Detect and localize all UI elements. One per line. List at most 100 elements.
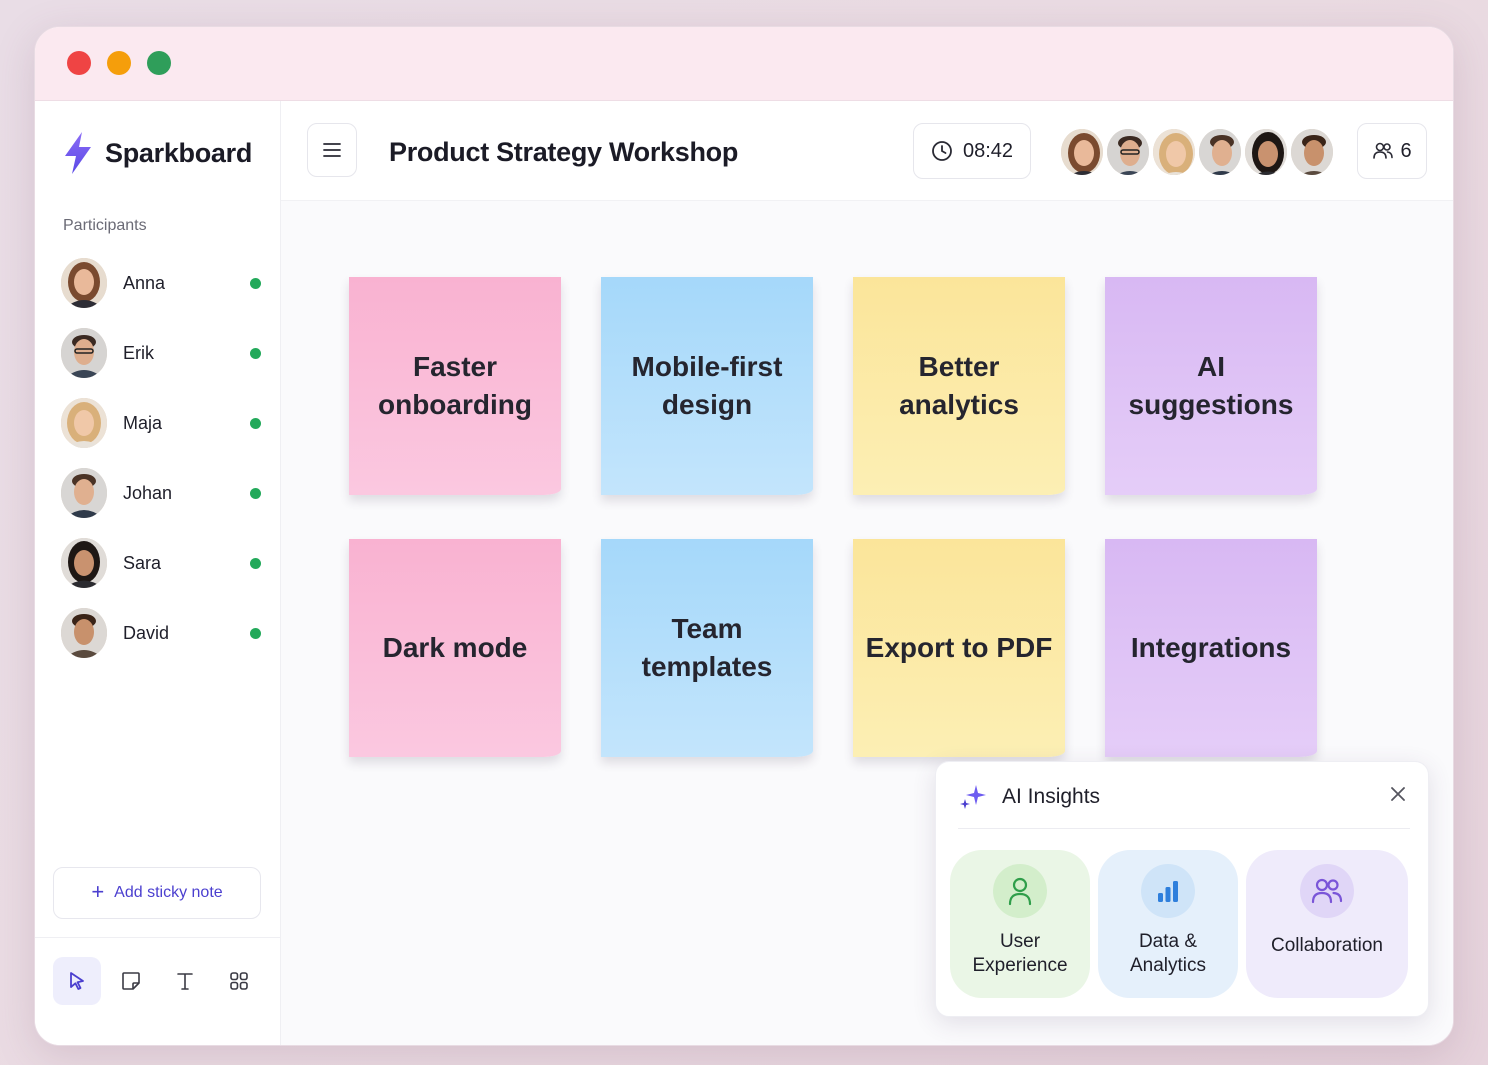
add-sticky-note-button[interactable]: + Add sticky note (53, 867, 261, 919)
sticky-note-text: Better analytics (899, 351, 1019, 420)
app-window: Sparkboard Participants Anna Erik Maja J… (34, 26, 1454, 1046)
participant-erik[interactable]: Erik (61, 327, 261, 379)
participant-name: Johan (123, 482, 173, 503)
sticky-note-icon (122, 972, 140, 990)
sticky-note[interactable]: Dark mode (349, 539, 561, 757)
online-status-indicator (250, 627, 261, 639)
sticky-note-text: Export to PDF (865, 632, 1053, 663)
participant-david[interactable]: David (61, 607, 261, 659)
avatar (1289, 127, 1335, 177)
session-timer[interactable]: 08:42 (913, 123, 1031, 179)
sticky-note[interactable]: Mobile-first design (601, 277, 813, 495)
clock-icon (932, 141, 952, 161)
online-status-indicator (250, 557, 261, 569)
title-bar (35, 27, 1453, 101)
divider (958, 828, 1410, 829)
avatar (61, 258, 107, 308)
sticky-note[interactable]: Faster onboarding (349, 277, 561, 495)
plus-icon: + (91, 879, 105, 904)
online-status-indicator (250, 417, 261, 429)
sticky-note-text: Mobile-first design (631, 351, 783, 420)
participant-count: 6 (1400, 139, 1412, 162)
menu-button[interactable] (307, 123, 357, 177)
icon-badge (1300, 864, 1354, 918)
participant-anna[interactable]: Anna (61, 257, 261, 309)
divider (35, 937, 281, 938)
sticky-note[interactable]: Export to PDF (853, 539, 1065, 757)
insight-card-label: Analytics (1129, 955, 1207, 976)
users-icon (1311, 878, 1343, 904)
toolbar (53, 957, 263, 1005)
text-icon (177, 973, 193, 990)
sticky-note-text: AI suggestions (1128, 351, 1294, 420)
avatar (1197, 127, 1243, 177)
participant-name: David (123, 622, 170, 643)
maximize-window-button[interactable] (147, 51, 171, 75)
add-sticky-note-label: Add sticky note (114, 884, 223, 901)
avatar (1105, 127, 1151, 177)
sticky-note-tool-button[interactable] (107, 957, 155, 1005)
insight-card-label: Experience (972, 955, 1068, 976)
online-status-indicator (250, 347, 261, 359)
minimize-window-button[interactable] (107, 51, 131, 75)
insight-card-collaboration[interactable]: Collaboration (1246, 850, 1408, 998)
sparkle-icon (960, 785, 986, 809)
close-window-button[interactable] (67, 51, 91, 75)
avatar (1151, 127, 1197, 177)
participant-name: Anna (123, 272, 166, 293)
participant-sara[interactable]: Sara (61, 537, 261, 589)
online-status-indicator (250, 277, 261, 289)
sticky-note[interactable]: Better analytics (853, 277, 1065, 495)
lightning-bolt-icon (65, 132, 91, 174)
sticky-note-text: Dark mode (382, 632, 528, 663)
sticky-note-text: Faster onboarding (378, 351, 532, 420)
sidebar: Sparkboard Participants Anna Erik Maja J… (35, 101, 281, 1045)
participant-name: Erik (123, 342, 154, 363)
insight-card-label: User (999, 931, 1041, 952)
grid-tool-button[interactable] (215, 957, 263, 1005)
sticky-note-text: Team templates (641, 613, 773, 682)
avatar (61, 538, 107, 588)
avatar (61, 398, 107, 448)
user-icon (1008, 877, 1032, 906)
icon-badge (1141, 864, 1195, 918)
avatar (1243, 127, 1289, 177)
participant-count-button[interactable]: 6 (1357, 123, 1427, 179)
avatar (61, 468, 107, 518)
participant-avatar-stack[interactable] (1059, 127, 1335, 177)
avatar (1059, 127, 1105, 177)
text-tool-button[interactable] (161, 957, 209, 1005)
grid-icon (230, 972, 248, 990)
insight-card-label: Collaboration (1271, 935, 1383, 956)
users-icon (1373, 142, 1394, 159)
online-status-indicator (250, 487, 261, 499)
sticky-note[interactable]: Team templates (601, 539, 813, 757)
insight-card-data-analytics[interactable]: Data & Analytics (1098, 850, 1238, 998)
close-icon[interactable] (1388, 784, 1408, 804)
header: Product Strategy Workshop 08:42 6 (281, 101, 1453, 201)
sticky-note-text: Integrations (1130, 632, 1292, 663)
avatar (61, 328, 107, 378)
ai-insights-header: AI Insights (958, 782, 1100, 812)
select-tool-button[interactable] (53, 957, 101, 1005)
page-title: Product Strategy Workshop (389, 137, 739, 167)
brand[interactable]: Sparkboard (61, 131, 252, 175)
participant-name: Maja (123, 412, 163, 433)
sticky-note[interactable]: AI suggestions (1105, 277, 1317, 495)
insight-card-user-experience[interactable]: User Experience (950, 850, 1090, 998)
timer-value: 08:42 (962, 139, 1014, 162)
ai-insights-panel: AI Insights User Experience Data & Analy… (935, 761, 1429, 1017)
participant-maja[interactable]: Maja (61, 397, 261, 449)
sticky-note[interactable]: Integrations (1105, 539, 1317, 757)
participant-johan[interactable]: Johan (61, 467, 261, 519)
hamburger-menu-icon (323, 143, 341, 157)
icon-badge (993, 864, 1047, 918)
brand-name: Sparkboard (105, 137, 253, 168)
cursor-icon (70, 972, 84, 990)
participants-label: Participants (63, 217, 147, 234)
ai-insights-title: AI Insights (1002, 785, 1101, 808)
bar-chart-icon (1158, 881, 1178, 902)
participant-name: Sara (123, 552, 162, 573)
avatar (61, 608, 107, 658)
insight-card-label: Data & (1138, 931, 1198, 952)
